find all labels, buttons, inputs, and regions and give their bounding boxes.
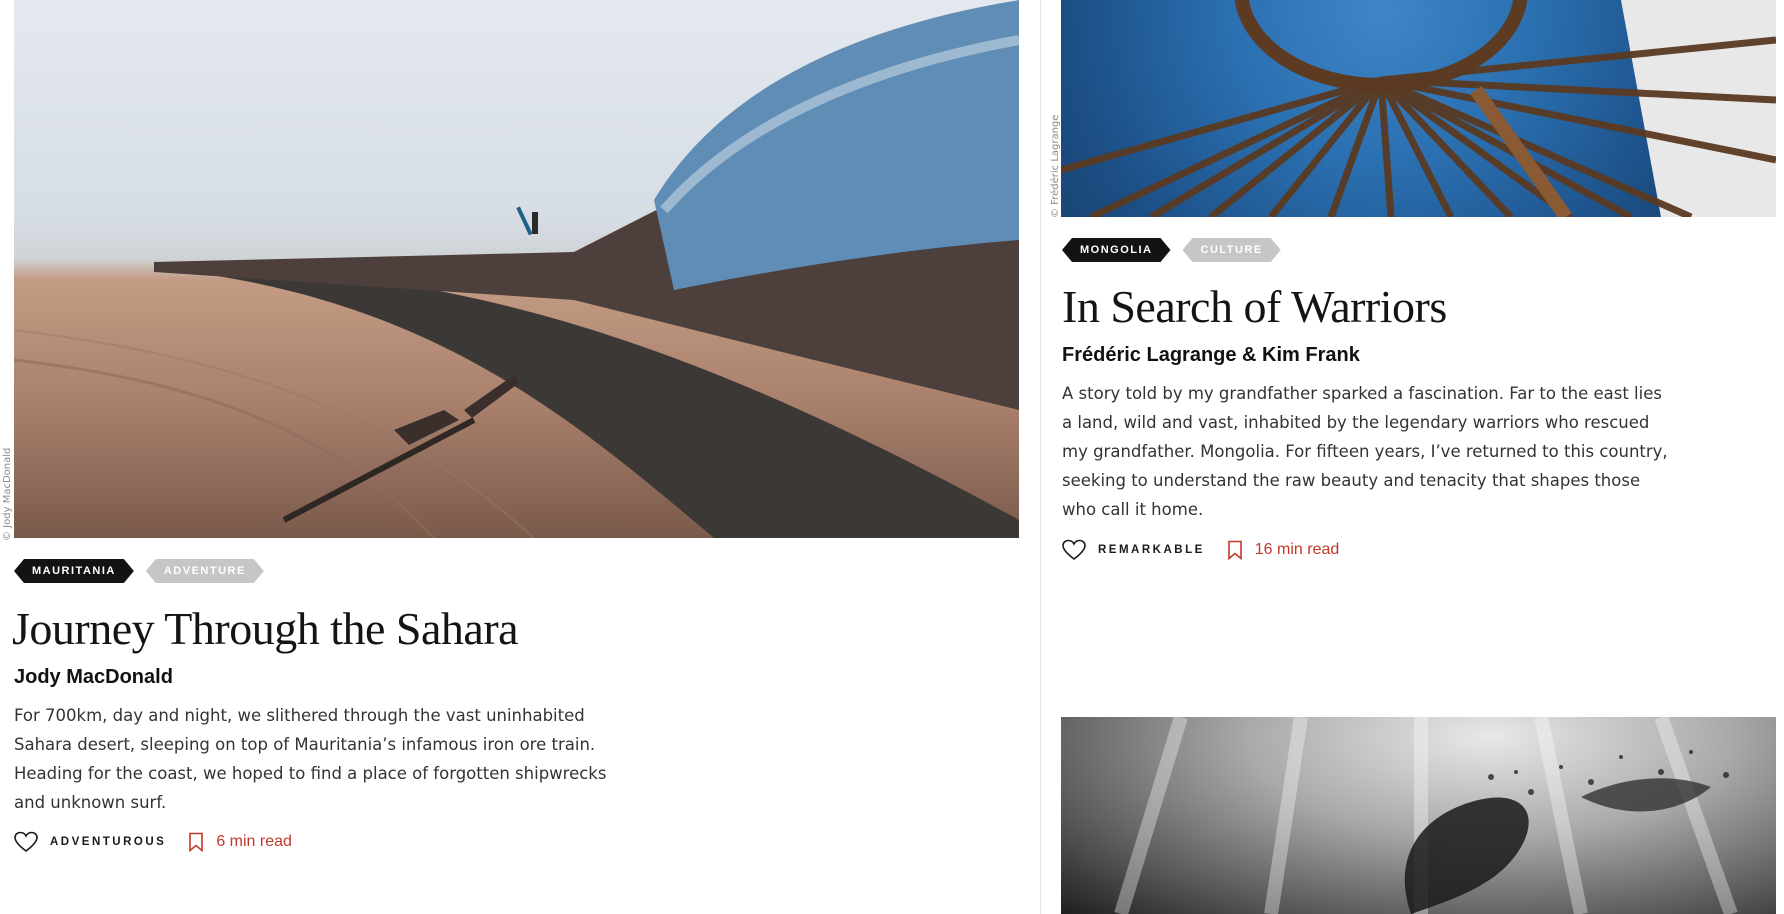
story-author[interactable]: Frédéric Lagrange & Kim Frank xyxy=(1062,344,1360,367)
column-divider xyxy=(1040,0,1041,914)
tag-culture[interactable]: CULTURE xyxy=(1183,238,1281,262)
story-author[interactable]: Jody MacDonald xyxy=(14,666,173,689)
photo-credit: © Frédéric Lagrange xyxy=(1050,114,1061,218)
heart-icon[interactable] xyxy=(1062,539,1086,561)
tag-mongolia[interactable]: MONGOLIA xyxy=(1062,238,1171,262)
read-time[interactable]: 16 min read xyxy=(1255,541,1340,559)
story-meta: ADVENTUROUS 6 min read xyxy=(14,831,292,853)
heart-icon[interactable] xyxy=(14,831,38,853)
story-excerpt: For 700km, day and night, we slithered t… xyxy=(14,706,607,812)
bookmark-icon[interactable] xyxy=(1227,540,1243,560)
tag-list: MONGOLIA CULTURE xyxy=(1062,238,1281,262)
tag-list: MAURITANIA ADVENTURE xyxy=(14,559,264,583)
read-time[interactable]: 6 min read xyxy=(216,833,292,851)
mood-label[interactable]: REMARKABLE xyxy=(1098,544,1205,556)
story-image-sahara[interactable] xyxy=(14,0,1019,538)
story-excerpt: A story told by my grandfather sparked a… xyxy=(1062,384,1668,519)
story-title[interactable]: Journey Through the Sahara xyxy=(12,606,519,652)
story-title[interactable]: In Search of Warriors xyxy=(1062,284,1447,330)
tag-adventure[interactable]: ADVENTURE xyxy=(146,559,264,583)
story-image-underwater[interactable] xyxy=(1061,717,1776,914)
story-meta: REMARKABLE 16 min read xyxy=(1062,539,1339,561)
story-image-mongolia[interactable] xyxy=(1061,0,1776,217)
tag-mauritania[interactable]: MAURITANIA xyxy=(14,559,134,583)
mood-label[interactable]: ADVENTUROUS xyxy=(50,836,166,848)
bookmark-icon[interactable] xyxy=(188,832,204,852)
photo-credit: © Jody MacDonald xyxy=(2,447,13,541)
